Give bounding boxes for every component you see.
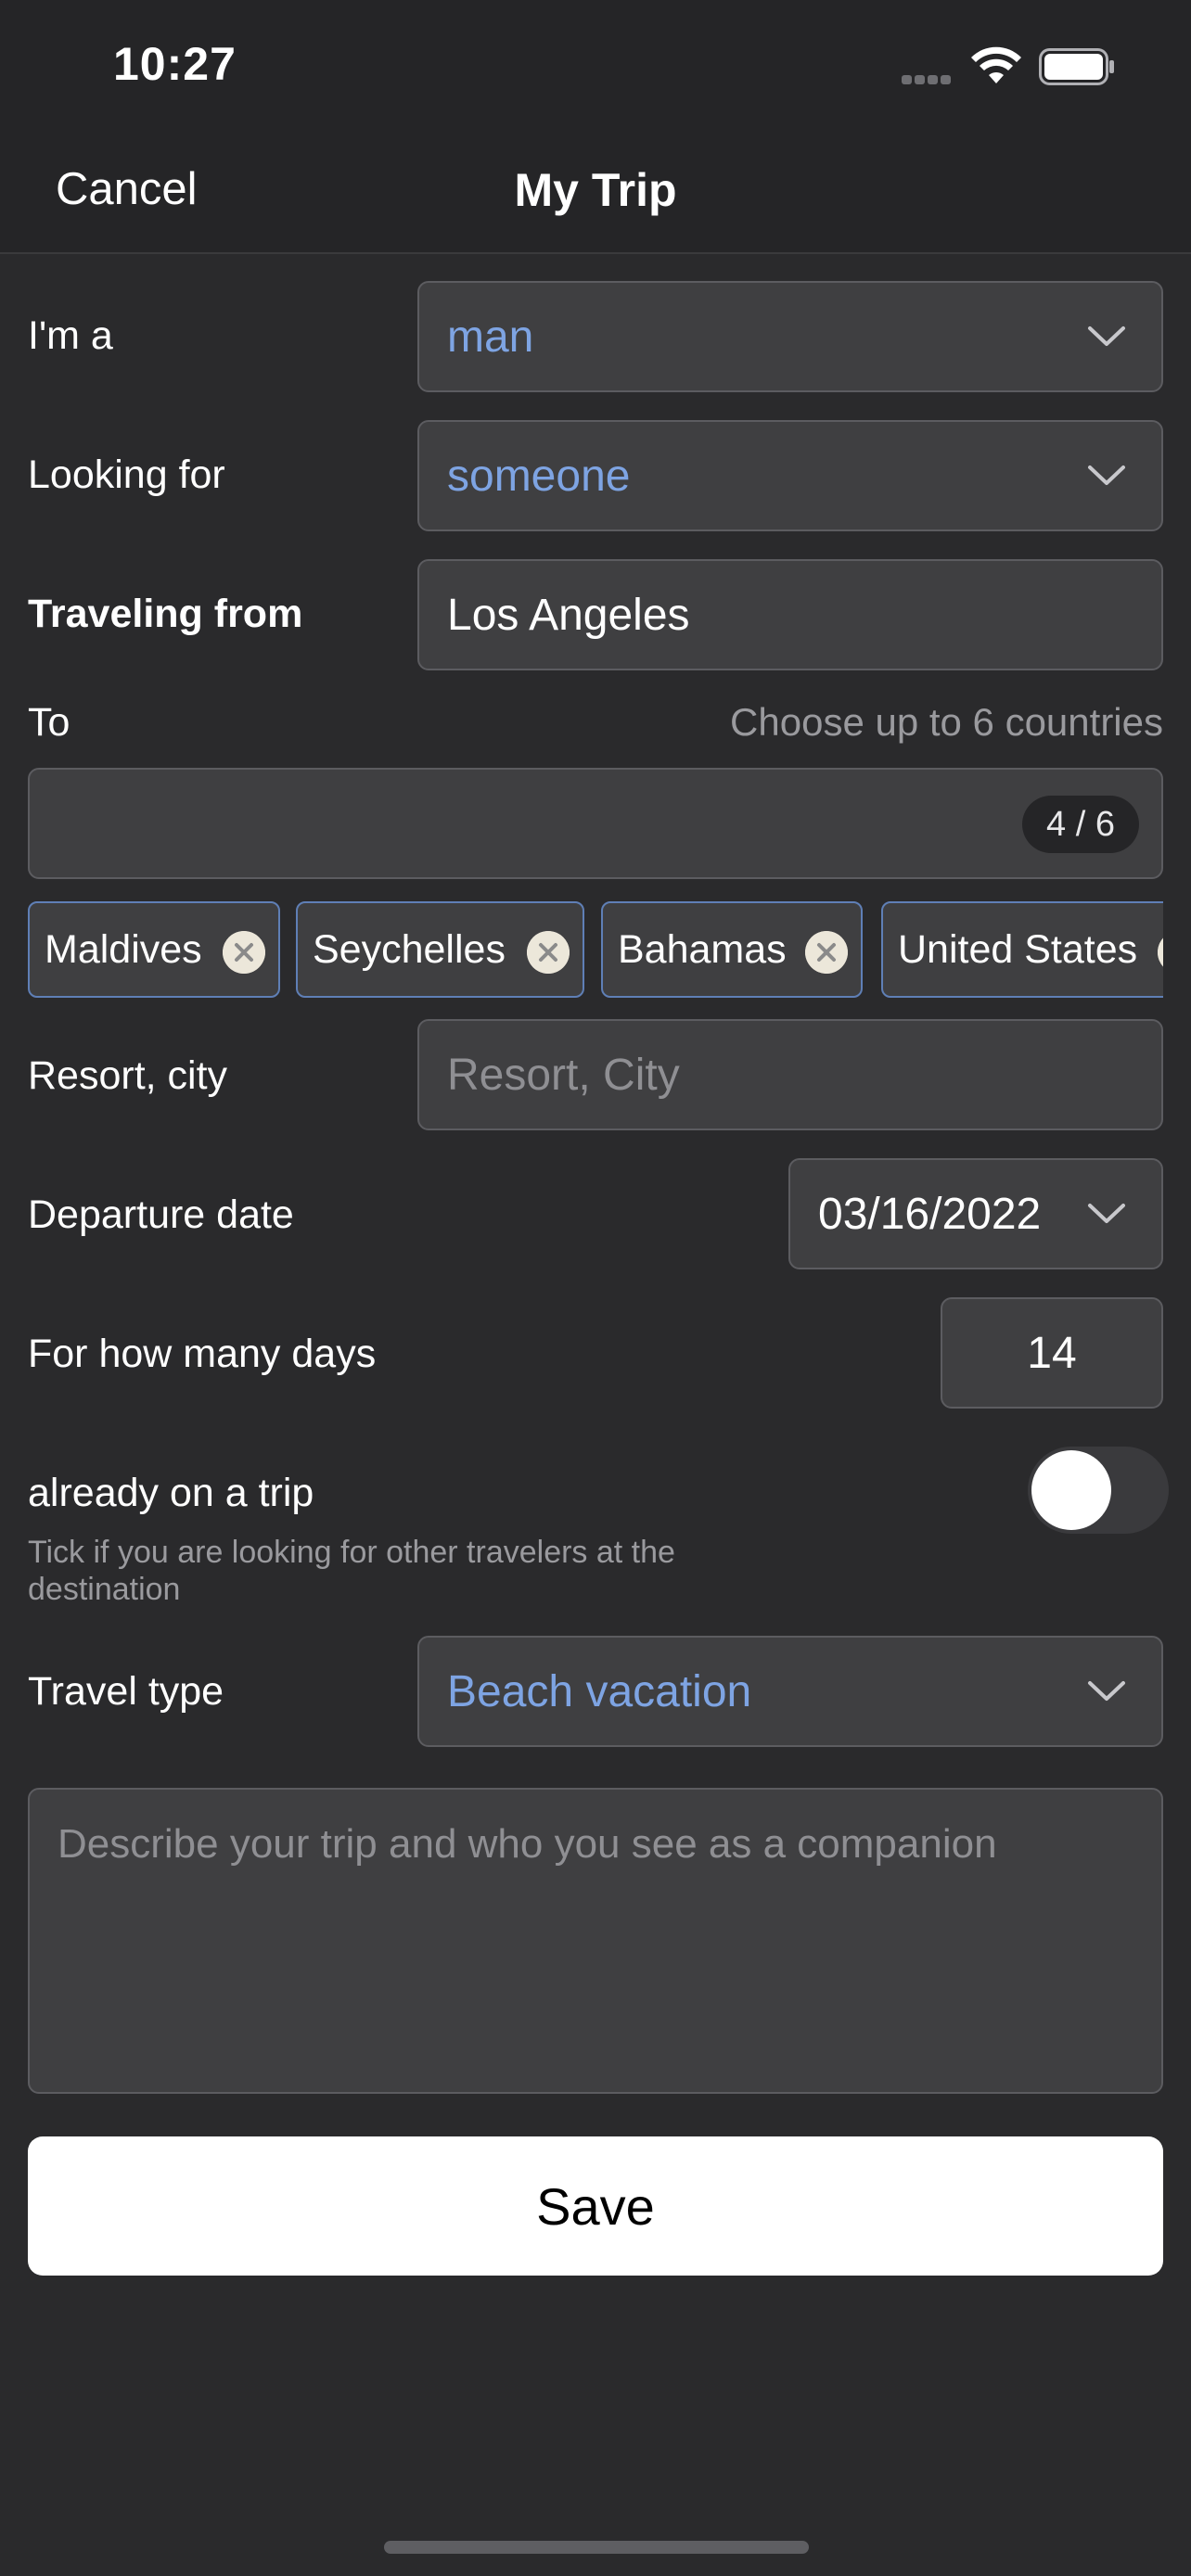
navigation-bar: Cancel My Trip xyxy=(0,137,1191,254)
gender-select[interactable]: man xyxy=(417,281,1163,392)
home-indicator xyxy=(384,2541,809,2554)
travel-type-select[interactable]: Beach vacation xyxy=(417,1636,1163,1747)
my-trip-screen: 10:27 Cancel My Trip I'm a man Looking f… xyxy=(0,0,1191,2576)
to-hint: Choose up to 6 countries xyxy=(730,700,1163,744)
resort-label: Resort, city xyxy=(28,1053,228,1098)
close-icon[interactable] xyxy=(1158,931,1163,974)
departure-date-picker[interactable]: 03/16/2022 xyxy=(788,1158,1163,1269)
chip-label: Bahamas xyxy=(618,926,787,972)
country-counter-badge: 4 / 6 xyxy=(1022,796,1139,853)
status-time: 10:27 xyxy=(113,38,237,90)
looking-for-select[interactable]: someone xyxy=(417,420,1163,531)
on-trip-label: already on a trip xyxy=(28,1471,314,1515)
country-chip-maldives: Maldives xyxy=(28,901,280,998)
on-trip-toggle[interactable] xyxy=(1028,1447,1169,1534)
chip-label: Maldives xyxy=(45,926,202,972)
traveling-from-label: Traveling from xyxy=(28,592,303,636)
status-bar: 10:27 xyxy=(0,0,1191,137)
chevron-down-icon xyxy=(1088,1681,1125,1701)
gender-value: man xyxy=(447,312,534,362)
trip-description-placeholder: Describe your trip and who you see as a … xyxy=(58,1821,997,1867)
traveling-from-value: Los Angeles xyxy=(447,590,690,640)
departure-date-value: 03/16/2022 xyxy=(818,1189,1042,1239)
travel-type-label: Travel type xyxy=(28,1669,224,1714)
close-icon[interactable] xyxy=(223,931,265,974)
country-search-input[interactable]: 4 / 6 xyxy=(28,768,1163,879)
gender-label: I'm a xyxy=(28,313,113,358)
traveling-from-input[interactable]: Los Angeles xyxy=(417,559,1163,670)
close-icon[interactable] xyxy=(527,931,570,974)
looking-for-value: someone xyxy=(447,451,631,501)
selected-countries: Maldives Seychelles Bahamas United State… xyxy=(28,901,1163,998)
chevron-down-icon xyxy=(1088,1204,1125,1223)
looking-for-label: Looking for xyxy=(28,453,225,497)
on-trip-hint: Tick if you are looking for other travel… xyxy=(28,1535,675,1607)
days-input[interactable]: 14 xyxy=(941,1297,1163,1409)
resort-input[interactable]: Resort, City xyxy=(417,1019,1163,1130)
save-button[interactable]: Save xyxy=(28,2136,1163,2276)
close-icon[interactable] xyxy=(805,931,848,974)
days-value: 14 xyxy=(1027,1328,1077,1378)
days-label: For how many days xyxy=(28,1332,377,1376)
toggle-knob xyxy=(1031,1450,1111,1530)
country-chip-united-states: United States xyxy=(881,901,1163,998)
chevron-down-icon xyxy=(1088,465,1125,485)
country-chip-seychelles: Seychelles xyxy=(296,901,584,998)
page-title: My Trip xyxy=(514,164,677,216)
cellular-signal-icon xyxy=(902,72,957,84)
departure-date-label: Departure date xyxy=(28,1192,294,1237)
to-label: To xyxy=(28,700,70,745)
chip-label: United States xyxy=(898,926,1138,972)
resort-placeholder: Resort, City xyxy=(447,1050,680,1100)
chip-label: Seychelles xyxy=(313,926,506,972)
chevron-down-icon xyxy=(1088,326,1125,346)
country-chip-bahamas: Bahamas xyxy=(601,901,863,998)
battery-icon xyxy=(1039,48,1114,85)
wifi-icon xyxy=(971,46,1021,83)
travel-type-value: Beach vacation xyxy=(447,1666,752,1716)
trip-description-textarea[interactable]: Describe your trip and who you see as a … xyxy=(28,1788,1163,2094)
